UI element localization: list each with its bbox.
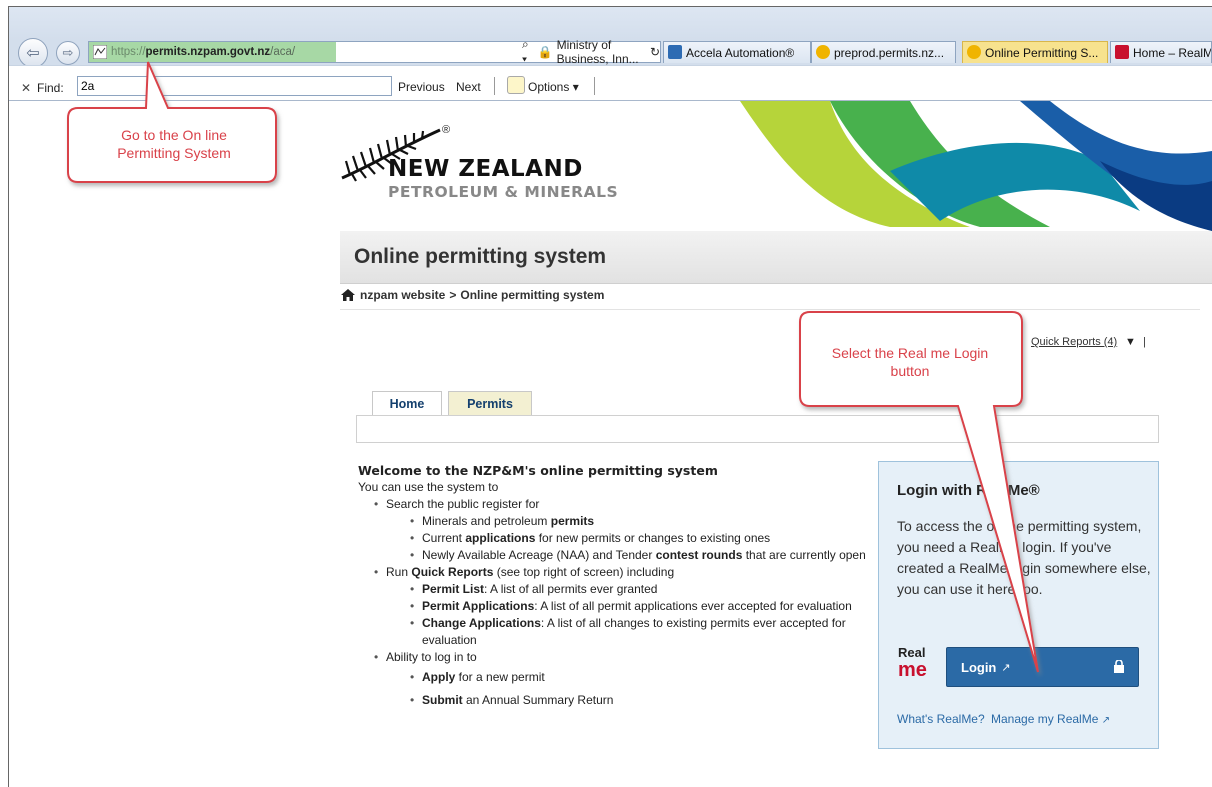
- welcome-intro: You can use the system to: [358, 480, 499, 494]
- welcome-heading: Welcome to the NZP&M's online permitting…: [358, 463, 718, 478]
- login-title: Login with RealMe®: [897, 482, 1040, 499]
- tab-permits[interactable]: Permits: [448, 391, 532, 415]
- realme-tab-icon: [1115, 45, 1129, 59]
- brand-subtitle: PETROLEUM & MINERALS: [388, 183, 619, 201]
- tab-label: Accela Automation®: [686, 45, 795, 60]
- divider: [594, 77, 595, 95]
- login-button-label: Login: [961, 659, 997, 675]
- realme-login-panel: Login with RealMe® To access the online …: [878, 461, 1159, 749]
- find-label: Find:: [37, 81, 64, 95]
- quick-reports-link[interactable]: Quick Reports (4): [1031, 336, 1117, 348]
- realme-logo-me: me: [898, 659, 927, 681]
- realme-links: What's RealMe? Manage my RealMe ↗: [897, 712, 1110, 726]
- find-bar: ✕ Find: Previous Next Options ▾: [9, 65, 1212, 101]
- banner-graphic: [740, 101, 1212, 231]
- list-item: Search the public register for Minerals …: [374, 496, 878, 564]
- address-url[interactable]: https://permits.nzpam.govt.nz/aca/: [89, 42, 336, 62]
- divider: [494, 77, 495, 95]
- tab-realme[interactable]: Home – RealMe: [1110, 41, 1212, 63]
- feature-list: Search the public register for Minerals …: [358, 496, 878, 712]
- tab-label: Online Permitting S...: [985, 45, 1099, 60]
- tab-accela[interactable]: Accela Automation®: [663, 41, 811, 63]
- separator: |: [1143, 336, 1146, 348]
- pencil-icon[interactable]: [507, 76, 525, 94]
- ie-icon: [967, 45, 981, 59]
- tab-home-label: Home: [389, 397, 425, 411]
- list-item: Current applications for new permits or …: [410, 530, 878, 547]
- tab-home[interactable]: Home: [372, 391, 442, 416]
- find-options-button[interactable]: Options ▾: [528, 80, 579, 94]
- realme-logo: Real me: [898, 646, 938, 686]
- breadcrumb: nzpam website > Online permitting system: [341, 288, 604, 302]
- lock-icon: [1114, 660, 1124, 673]
- list-item: Permit Applications: A list of all permi…: [410, 598, 878, 615]
- site-identity[interactable]: Ministry of Business, Inn...: [557, 38, 646, 66]
- find-input[interactable]: [77, 76, 392, 96]
- page-title: Online permitting system: [354, 245, 607, 268]
- tab-panel: [356, 415, 1159, 443]
- tab-preprod[interactable]: preprod.permits.nz...: [811, 41, 956, 63]
- divider: [340, 309, 1200, 310]
- whats-realme-link[interactable]: What's RealMe?: [897, 712, 985, 726]
- find-previous-button[interactable]: Previous: [398, 80, 445, 94]
- url-scheme: https://: [111, 46, 146, 58]
- search-dropdown-icon[interactable]: ⌕ ▾: [522, 37, 532, 67]
- tab-online-permitting[interactable]: Online Permitting S...: [962, 41, 1108, 63]
- url-host: permits.nzpam.govt.nz: [145, 46, 271, 58]
- refresh-icon[interactable]: ↻: [650, 45, 660, 59]
- external-link-icon: ↗: [1101, 715, 1111, 726]
- brand-name: NEW ZEALAND: [388, 156, 583, 182]
- close-find-icon[interactable]: ✕: [21, 81, 31, 95]
- address-bar[interactable]: https://permits.nzpam.govt.nz/aca/ ⌕ ▾ 🔒…: [88, 37, 661, 66]
- forward-arrow-icon: ⇨: [62, 45, 74, 60]
- chevron-down-icon[interactable]: ▼: [1125, 336, 1136, 348]
- external-link-icon: ↗: [1001, 661, 1011, 674]
- realme-logo-real: Real: [898, 645, 926, 660]
- list-item: Minerals and petroleum permits: [410, 513, 878, 530]
- realme-login-button[interactable]: Login ↗: [946, 647, 1139, 687]
- manage-realme-link[interactable]: Manage my RealMe: [991, 712, 1098, 726]
- welcome-section: Welcome to the NZP&M's online permitting…: [358, 462, 878, 712]
- list-item: Apply for a new permit: [410, 666, 878, 689]
- url-path: /aca/: [270, 46, 296, 58]
- tab-label: Home – RealMe: [1133, 45, 1212, 60]
- list-item: Run Quick Reports (see top right of scre…: [374, 564, 878, 649]
- ie-icon: [816, 45, 830, 59]
- accela-icon: [668, 45, 682, 59]
- list-item: Change Applications: A list of all chang…: [410, 615, 878, 649]
- list-item: Newly Available Acreage (NAA) and Tender…: [410, 547, 878, 564]
- breadcrumb-separator: >: [449, 288, 457, 302]
- callout-right-text: Select the Real me Login button: [831, 345, 989, 379]
- list-item: Ability to log in to Apply for a new per…: [374, 649, 878, 712]
- tab-permits-label: Permits: [467, 396, 513, 411]
- back-button[interactable]: ⇦: [18, 38, 48, 68]
- browser-toolbar: [9, 7, 1212, 40]
- back-arrow-icon: ⇦: [26, 45, 40, 62]
- list-item: Permit List: A list of all permits ever …: [410, 581, 878, 598]
- address-tools: ⌕ ▾ 🔒 Ministry of Business, Inn... ↻: [332, 37, 660, 66]
- forward-button[interactable]: ⇨: [56, 41, 80, 65]
- home-icon[interactable]: [341, 289, 355, 301]
- breadcrumb-current: Online permitting system: [460, 288, 605, 302]
- site-favicon-icon: [93, 45, 107, 59]
- login-description: To access the online permitting system, …: [897, 518, 1151, 597]
- breadcrumb-home-link[interactable]: nzpam website: [360, 288, 445, 302]
- tab-label: preprod.permits.nz...: [834, 45, 945, 60]
- registered-mark: ®: [442, 124, 451, 136]
- find-next-button[interactable]: Next: [456, 80, 481, 94]
- list-item: Submit an Annual Summary Return: [410, 689, 878, 712]
- lock-icon: 🔒: [537, 45, 553, 59]
- callout-left-text: Go to the On line Permitting System: [117, 127, 231, 161]
- page-header: Online permitting system: [340, 231, 1212, 284]
